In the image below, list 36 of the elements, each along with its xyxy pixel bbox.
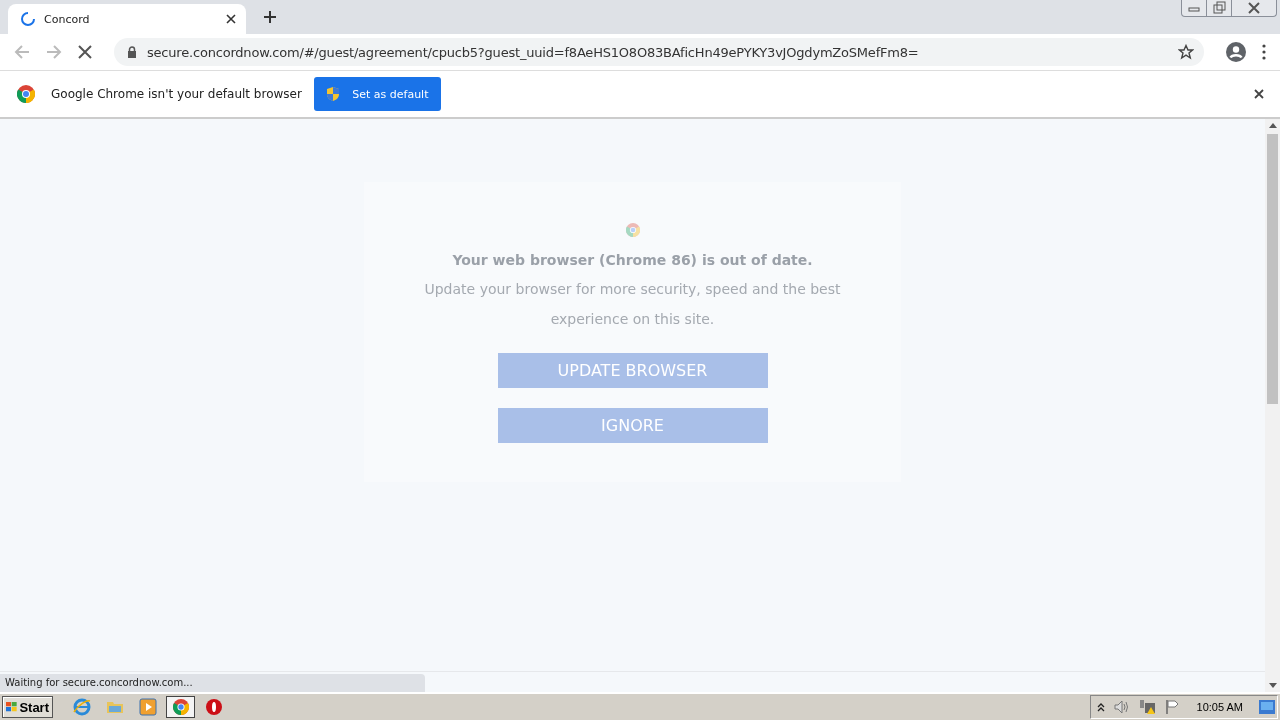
close-icon[interactable] bbox=[226, 14, 236, 24]
clock[interactable]: 10:05 AM bbox=[1196, 701, 1243, 713]
infobar-message: Google Chrome isn't your default browser bbox=[51, 87, 302, 101]
browser-tab[interactable]: Concord bbox=[8, 4, 246, 34]
new-tab-icon[interactable] bbox=[263, 10, 277, 24]
speaker-icon[interactable] bbox=[1112, 700, 1131, 714]
network-warning-icon[interactable] bbox=[1138, 699, 1157, 715]
windows-logo-icon bbox=[6, 700, 18, 714]
shield-icon bbox=[326, 86, 341, 102]
start-button[interactable]: Start bbox=[2, 696, 53, 718]
scroll-up-icon[interactable] bbox=[1268, 123, 1277, 128]
close-icon[interactable] bbox=[1254, 89, 1264, 99]
chrome-logo-icon bbox=[625, 223, 640, 237]
scrollbar[interactable] bbox=[1265, 119, 1280, 692]
flag-icon[interactable] bbox=[1164, 699, 1181, 715]
taskbar-button[interactable] bbox=[166, 696, 195, 718]
loading-spinner-icon bbox=[20, 11, 36, 27]
play-icon bbox=[138, 698, 157, 716]
menu-icon[interactable] bbox=[1262, 44, 1266, 60]
description: Update your browser for more security, speed and the best experience on this site. bbox=[423, 280, 842, 329]
heading: Your web browser (Chrome 86) is out of date. bbox=[452, 252, 813, 268]
tab-title: Concord bbox=[44, 12, 91, 26]
ring-icon bbox=[205, 699, 222, 715]
scroll-down-icon[interactable] bbox=[1268, 683, 1277, 688]
star-icon[interactable] bbox=[1178, 44, 1194, 60]
chrome-logo-icon bbox=[172, 699, 189, 715]
lock-icon bbox=[127, 46, 137, 58]
stop-icon[interactable] bbox=[78, 45, 92, 59]
address-bar[interactable]: secure.concordnow.com/#/guest/agreement/cpucb5?guest_uuid=f8AeHS1O8O83BAficHn49ePYKY3vJOgdymZoSMefFm8= bbox=[114, 38, 1204, 66]
profile-icon[interactable] bbox=[1226, 42, 1246, 62]
set-default-button[interactable]: Set as default bbox=[313, 77, 441, 111]
globe-icon bbox=[72, 698, 91, 716]
status-bubble: Waiting for secure.concordnow.com... bbox=[0, 674, 425, 692]
url-text: secure.concordnow.com/#/guest/agreement/cpucb5?guest_uuid=f8AeHS1O8O83BAficHn49ePYKY3vJOgdymZoSMefFm8= bbox=[147, 44, 920, 60]
chevron-up-icon[interactable] bbox=[1096, 702, 1105, 712]
chrome-logo-icon bbox=[17, 85, 35, 103]
